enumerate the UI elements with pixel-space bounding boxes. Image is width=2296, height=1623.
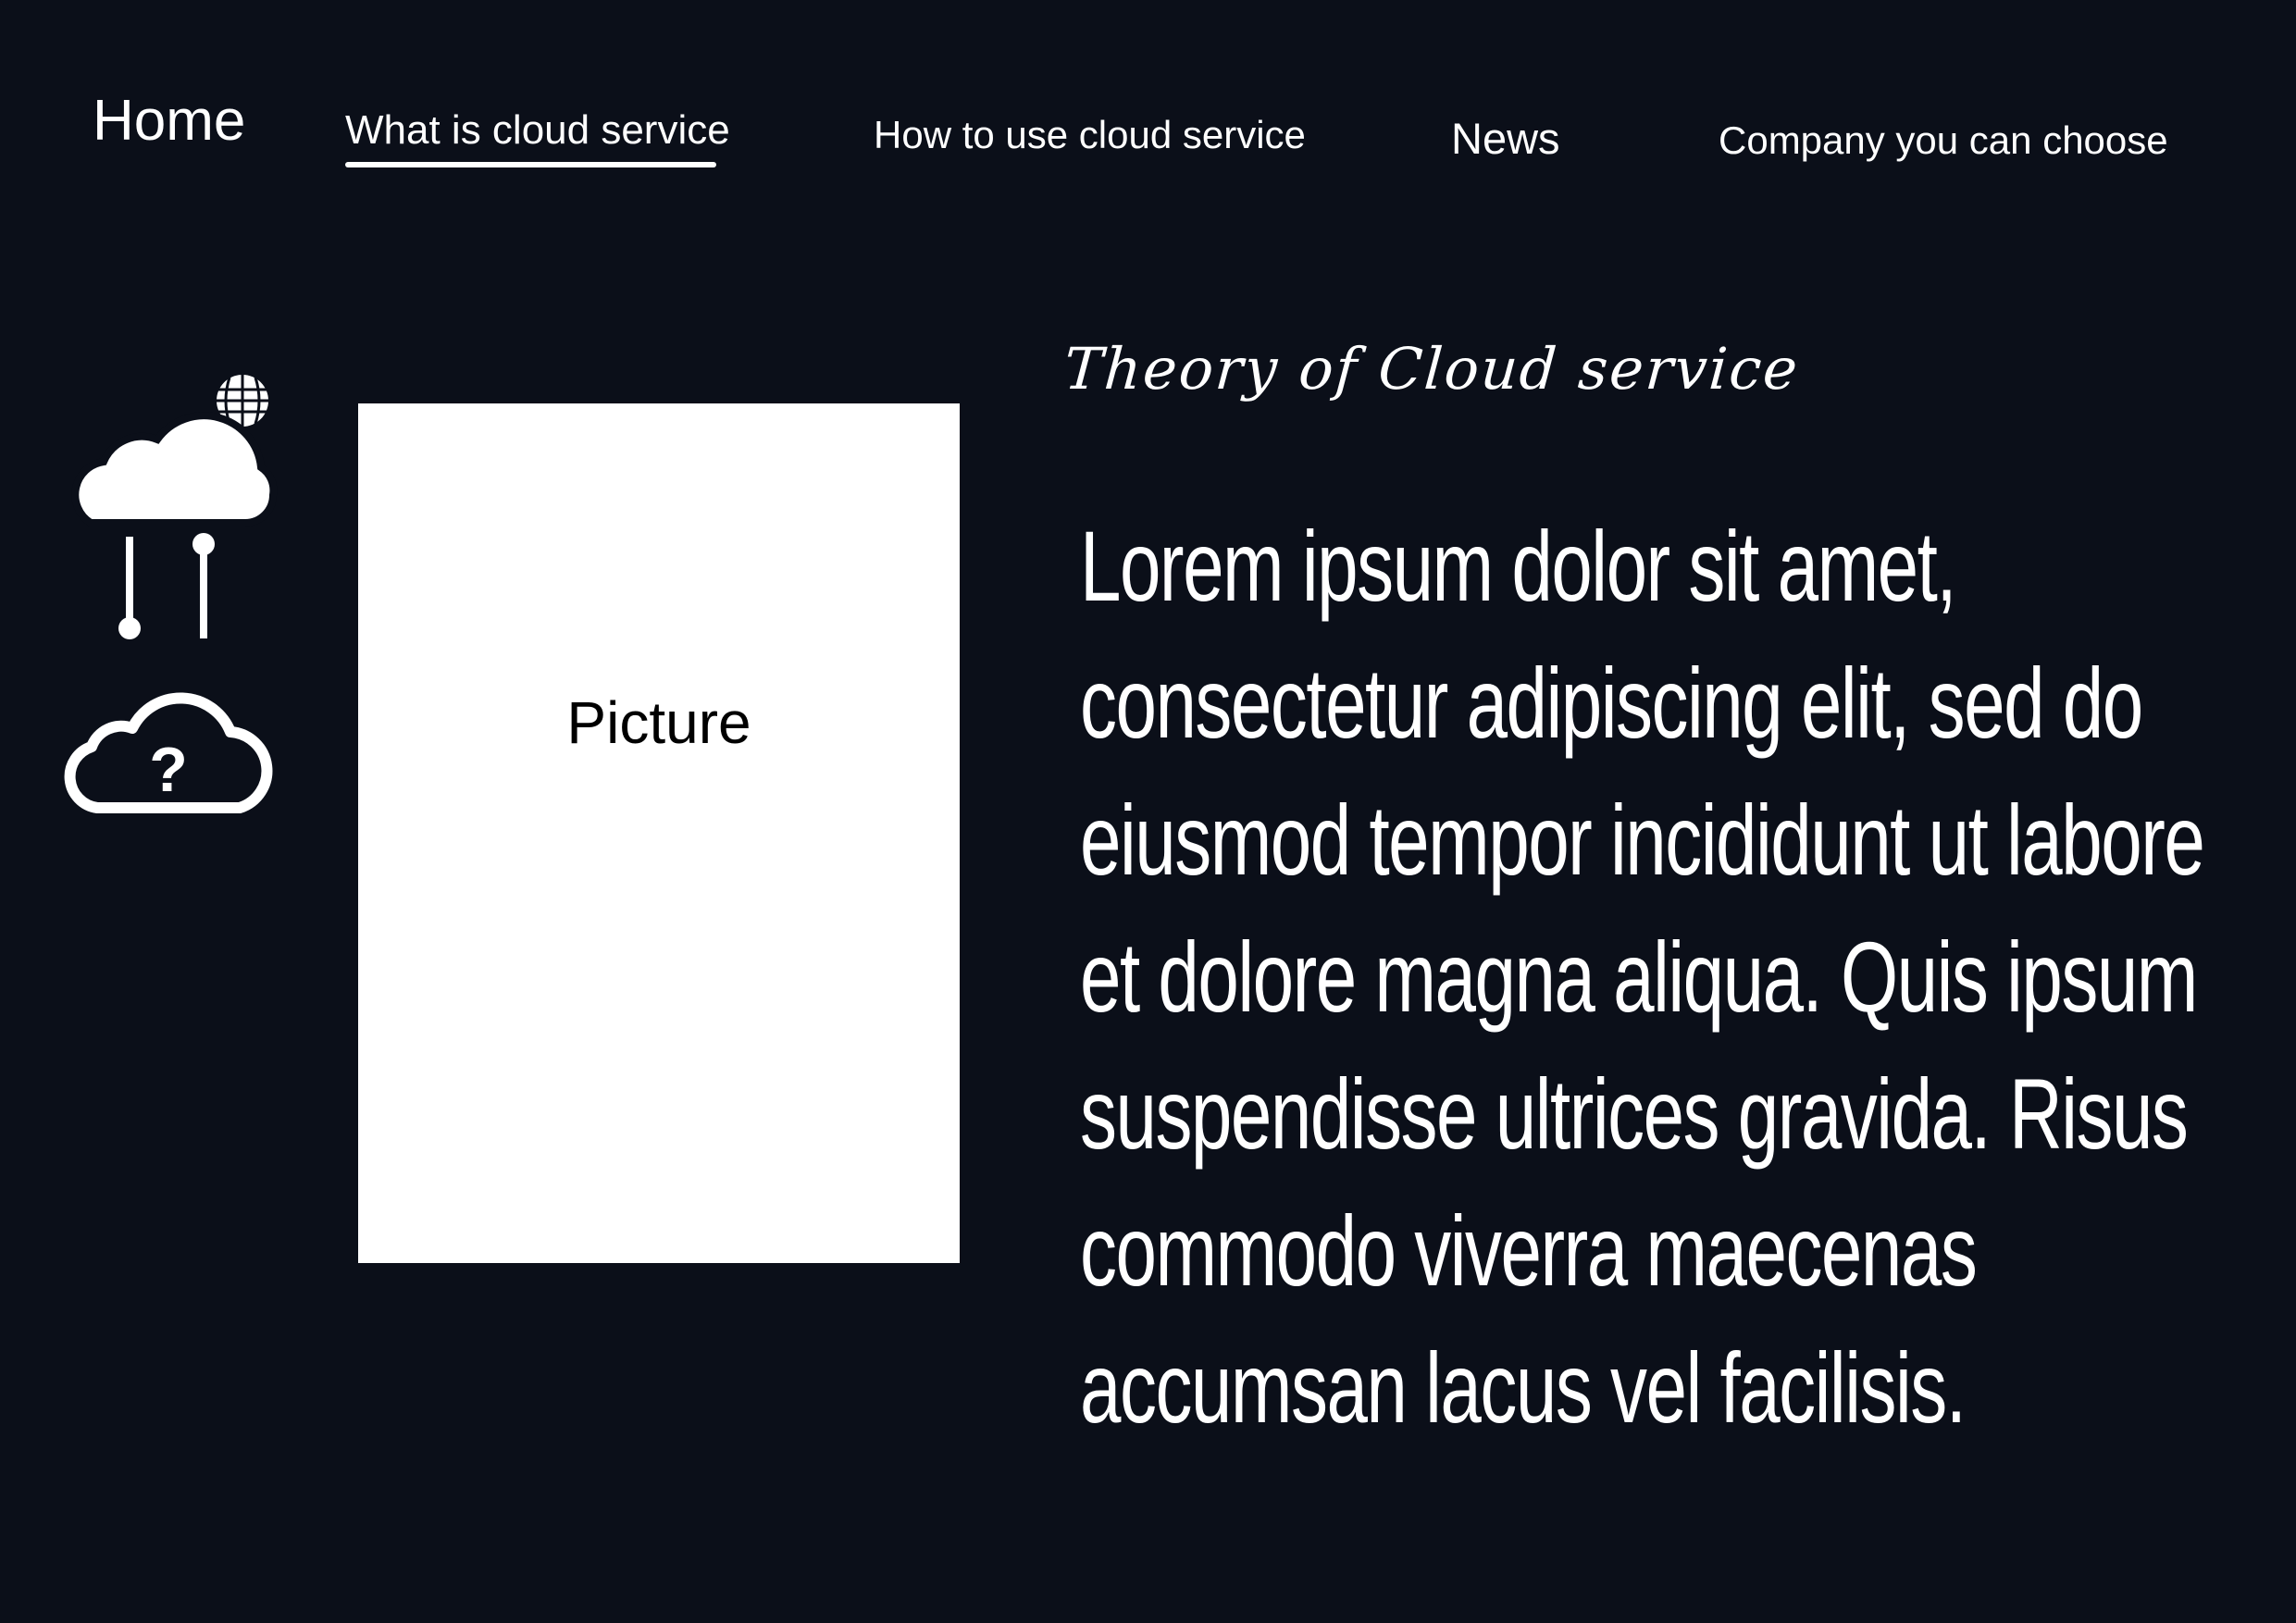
svg-text:?: ?: [149, 735, 188, 805]
nav-news-link[interactable]: News: [1451, 113, 1560, 164]
section-body-text: Lorem ipsum dolor sit amet, consectetur …: [1080, 510, 2205, 1443]
cloud-question-icon: ?: [64, 692, 273, 813]
nav-company-link[interactable]: Company you can choose: [1719, 118, 2168, 163]
nav-what-is-cloud-service-link[interactable]: What is cloud service: [345, 107, 730, 154]
section-title: Theory of Cloud service: [1061, 335, 1802, 403]
active-tab-underline: [345, 162, 716, 167]
nav-home-link[interactable]: Home: [93, 88, 245, 154]
picture-label: Picture: [566, 689, 751, 756]
picture-placeholder: Picture: [358, 403, 960, 1263]
nav-how-to-use-cloud-service-link[interactable]: How to use cloud service: [874, 113, 1306, 157]
cloud-network-icon: [71, 375, 278, 639]
